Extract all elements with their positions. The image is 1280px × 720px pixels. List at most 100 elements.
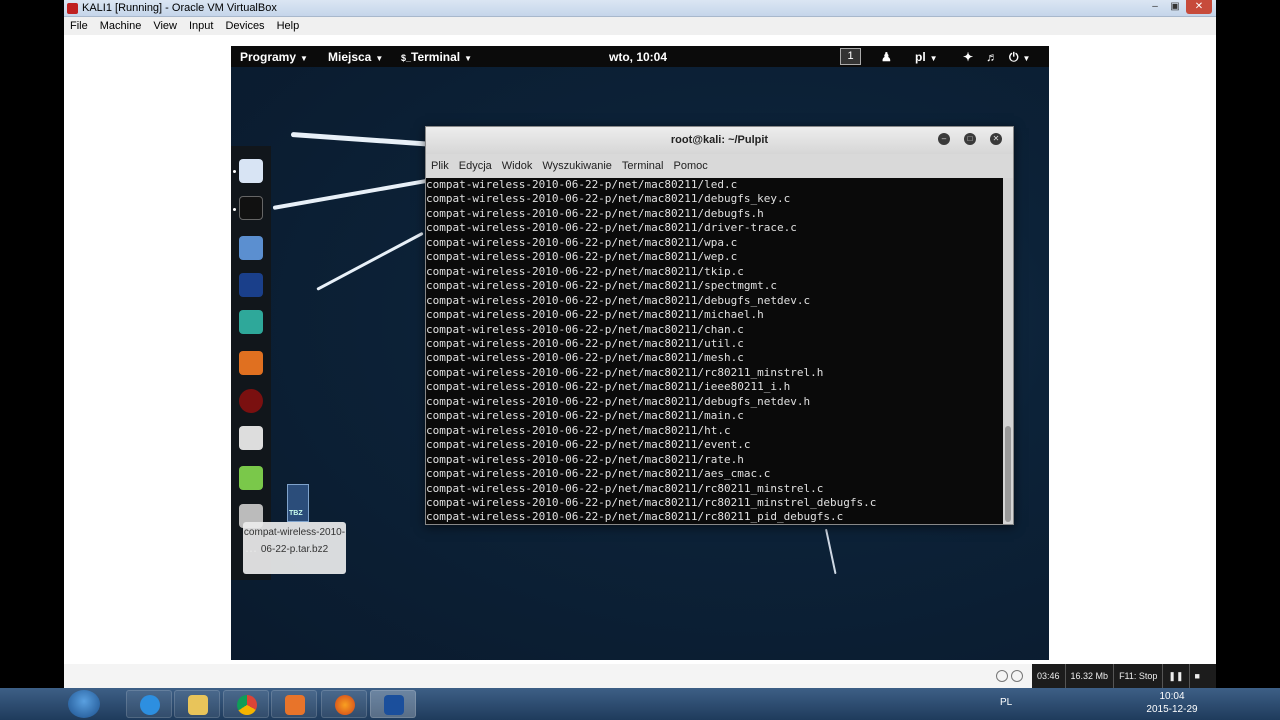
taskbar-time: 10:04 bbox=[1159, 691, 1185, 702]
vm-memory: 16.32 Mb bbox=[1066, 664, 1115, 688]
vm-stop-hint: F11: Stop bbox=[1114, 664, 1164, 688]
scrollbar-thumb[interactable] bbox=[1005, 426, 1011, 522]
close-icon[interactable]: ✕ bbox=[990, 133, 1002, 145]
terminal-window: root@kali: ~/Pulpit – □ ✕ Plik Edycja Wi… bbox=[425, 126, 1014, 525]
terminal-line: compat-wireless-2010-06-22-p/net/mac8021… bbox=[426, 423, 731, 437]
terminal-title: root@kali: ~/Pulpit bbox=[670, 134, 769, 146]
faraday-icon[interactable] bbox=[239, 389, 263, 413]
desktop-archive-icon[interactable]: TBZ bbox=[279, 484, 319, 522]
menu-view[interactable]: View bbox=[147, 20, 183, 32]
dash-sidebar: ⋯ bbox=[231, 146, 271, 580]
minimize-icon[interactable]: – bbox=[938, 133, 950, 145]
maltego-icon[interactable] bbox=[239, 426, 263, 450]
network-icon[interactable]: ✦ bbox=[963, 50, 973, 64]
terminal-line: compat-wireless-2010-06-22-p/net/mac8021… bbox=[426, 409, 744, 423]
menu-pomoc[interactable]: Pomoc bbox=[669, 160, 713, 172]
keyboard-layout-menu[interactable]: pl ▼ bbox=[915, 50, 938, 64]
language-indicator[interactable]: PL bbox=[1000, 697, 1012, 708]
terminal-line: compat-wireless-2010-06-22-p/net/mac8021… bbox=[426, 264, 744, 278]
taskbar-firefox[interactable] bbox=[321, 690, 367, 718]
terminal-small-icon: $_ bbox=[401, 53, 412, 63]
desktop-file-label[interactable]: compat-wireless-2010-06-22-p.tar.bz2 bbox=[243, 522, 346, 574]
taskbar-explorer[interactable] bbox=[174, 690, 220, 718]
menu-devices[interactable]: Devices bbox=[219, 20, 270, 32]
virtualbox-app-icon bbox=[67, 3, 78, 14]
terminal-line: compat-wireless-2010-06-22-p/net/mac8021… bbox=[426, 452, 744, 466]
virtualbox-icon bbox=[384, 695, 404, 715]
menu-plik[interactable]: Plik bbox=[426, 160, 454, 172]
menu-file[interactable]: File bbox=[64, 20, 94, 32]
terminal-output[interactable]: compat-wireless-2010-06-22-p/net/mac8021… bbox=[426, 178, 1003, 524]
media-player-icon bbox=[285, 695, 305, 715]
terminal-line: compat-wireless-2010-06-22-p/net/mac8021… bbox=[426, 322, 744, 336]
wallpaper-stroke bbox=[316, 231, 424, 291]
power-icon[interactable]: ⏻ ▼ bbox=[1009, 50, 1030, 65]
terminal-line: compat-wireless-2010-06-22-p/net/mac8021… bbox=[426, 192, 791, 206]
menu-wyszukiwanie[interactable]: Wyszukiwanie bbox=[537, 160, 617, 172]
menu-help[interactable]: Help bbox=[271, 20, 306, 32]
volume-icon[interactable]: ♬ bbox=[986, 50, 998, 64]
firefox-icon bbox=[335, 695, 355, 715]
iceweasel-icon[interactable] bbox=[239, 159, 263, 183]
terminal-icon[interactable] bbox=[239, 196, 263, 220]
terminal-line: compat-wireless-2010-06-22-p/net/mac8021… bbox=[426, 495, 877, 509]
gnome-top-bar: Programy ▼ Miejsca ▼ $_Terminal ▼ wto, 10:0… bbox=[231, 46, 1049, 67]
terminal-line: compat-wireless-2010-06-22-p/net/mac8021… bbox=[426, 235, 738, 249]
vm-stats-panel: 03:46 16.32 Mb F11: Stop ❚❚ ■ bbox=[1032, 664, 1216, 688]
menu-widok[interactable]: Widok bbox=[497, 160, 538, 172]
virtualbox-titlebar: KALI1 [Running] - Oracle VM VirtualBox –… bbox=[64, 0, 1216, 17]
taskbar-media[interactable] bbox=[271, 690, 317, 718]
minimize-button[interactable]: – bbox=[1146, 0, 1164, 14]
menu-edycja[interactable]: Edycja bbox=[454, 160, 497, 172]
burpsuite-icon[interactable] bbox=[239, 351, 263, 375]
terminal-titlebar[interactable]: root@kali: ~/Pulpit – □ ✕ bbox=[426, 127, 1013, 154]
menu-machine[interactable]: Machine bbox=[94, 20, 148, 32]
stop-icon[interactable]: ■ bbox=[1190, 664, 1205, 688]
terminal-line: compat-wireless-2010-06-22-p/net/mac8021… bbox=[426, 467, 771, 481]
places-menu[interactable]: Miejsca ▼ bbox=[328, 50, 383, 64]
running-indicator bbox=[233, 170, 236, 173]
taskbar-chrome[interactable] bbox=[223, 690, 269, 718]
restore-button[interactable]: ▣ bbox=[1166, 0, 1184, 14]
top-bar-clock[interactable]: wto, 10:04 bbox=[609, 50, 667, 64]
menu-terminal[interactable]: Terminal bbox=[617, 160, 669, 172]
terminal-line: compat-wireless-2010-06-22-p/net/mac8021… bbox=[426, 308, 764, 322]
virtualbox-menubar: File Machine View Input Devices Help bbox=[64, 17, 1216, 35]
taskbar-clock[interactable]: 10:04 2015-12-29 bbox=[1140, 690, 1204, 716]
files-icon[interactable] bbox=[239, 236, 263, 260]
close-button[interactable]: ✕ bbox=[1186, 0, 1212, 14]
screen: KALI1 [Running] - Oracle VM VirtualBox –… bbox=[0, 0, 1280, 720]
maximize-icon[interactable]: □ bbox=[964, 133, 976, 145]
accessibility-icon[interactable]: ♟ bbox=[881, 50, 892, 64]
pause-icon[interactable]: ❚❚ bbox=[1163, 664, 1190, 688]
terminal-line: compat-wireless-2010-06-22-p/net/mac8021… bbox=[426, 351, 744, 365]
taskbar-date: 2015-12-29 bbox=[1146, 704, 1198, 715]
programs-menu[interactable]: Programy ▼ bbox=[240, 50, 308, 64]
terminal-line: compat-wireless-2010-06-22-p/net/mac8021… bbox=[426, 365, 824, 379]
wallpaper-stroke bbox=[272, 178, 431, 210]
terminal-scrollbar[interactable] bbox=[1003, 178, 1013, 524]
start-button[interactable] bbox=[68, 690, 100, 718]
chrome-icon bbox=[237, 695, 257, 715]
terminal-line: compat-wireless-2010-06-22-p/net/mac8021… bbox=[426, 438, 751, 452]
menu-input[interactable]: Input bbox=[183, 20, 219, 32]
workspace-indicator[interactable]: 1 bbox=[840, 48, 861, 65]
disk-icon[interactable] bbox=[1011, 670, 1023, 682]
taskbar-virtualbox[interactable] bbox=[370, 690, 416, 718]
usb-icon[interactable] bbox=[996, 670, 1008, 682]
terminal-line: compat-wireless-2010-06-22-p/net/mac8021… bbox=[426, 178, 738, 191]
terminal-line: compat-wireless-2010-06-22-p/net/mac8021… bbox=[426, 221, 797, 235]
terminal-line: compat-wireless-2010-06-22-p/net/mac8021… bbox=[426, 336, 744, 350]
terminal-line: compat-wireless-2010-06-22-p/net/mac8021… bbox=[426, 206, 764, 220]
terminal-line: compat-wireless-2010-06-22-p/net/mac8021… bbox=[426, 279, 777, 293]
taskbar-ie[interactable] bbox=[126, 690, 172, 718]
metasploit-icon[interactable] bbox=[239, 273, 263, 297]
terminal-line: compat-wireless-2010-06-22-p/net/mac8021… bbox=[426, 380, 791, 394]
running-indicator bbox=[233, 208, 236, 211]
armitage-icon[interactable] bbox=[239, 310, 263, 334]
notes-icon[interactable] bbox=[239, 466, 263, 490]
internet-explorer-icon bbox=[140, 695, 160, 715]
terminal-line: compat-wireless-2010-06-22-p/net/mac8021… bbox=[426, 394, 811, 408]
vm-device-icons bbox=[996, 670, 1023, 682]
terminal-app-menu[interactable]: $_Terminal ▼ bbox=[401, 50, 472, 64]
